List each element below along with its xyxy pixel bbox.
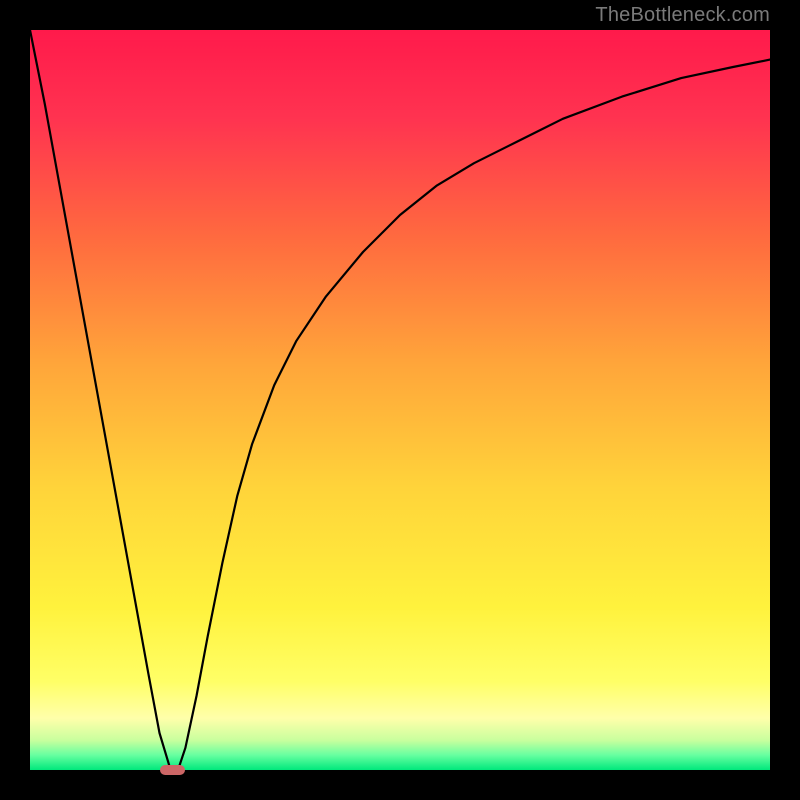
- chart-frame: TheBottleneck.com: [0, 0, 800, 800]
- watermark-text: TheBottleneck.com: [595, 4, 770, 27]
- bottleneck-curve: [30, 30, 770, 770]
- curve-layer: [30, 30, 770, 770]
- min-marker: [160, 765, 186, 775]
- plot-area: [30, 30, 770, 770]
